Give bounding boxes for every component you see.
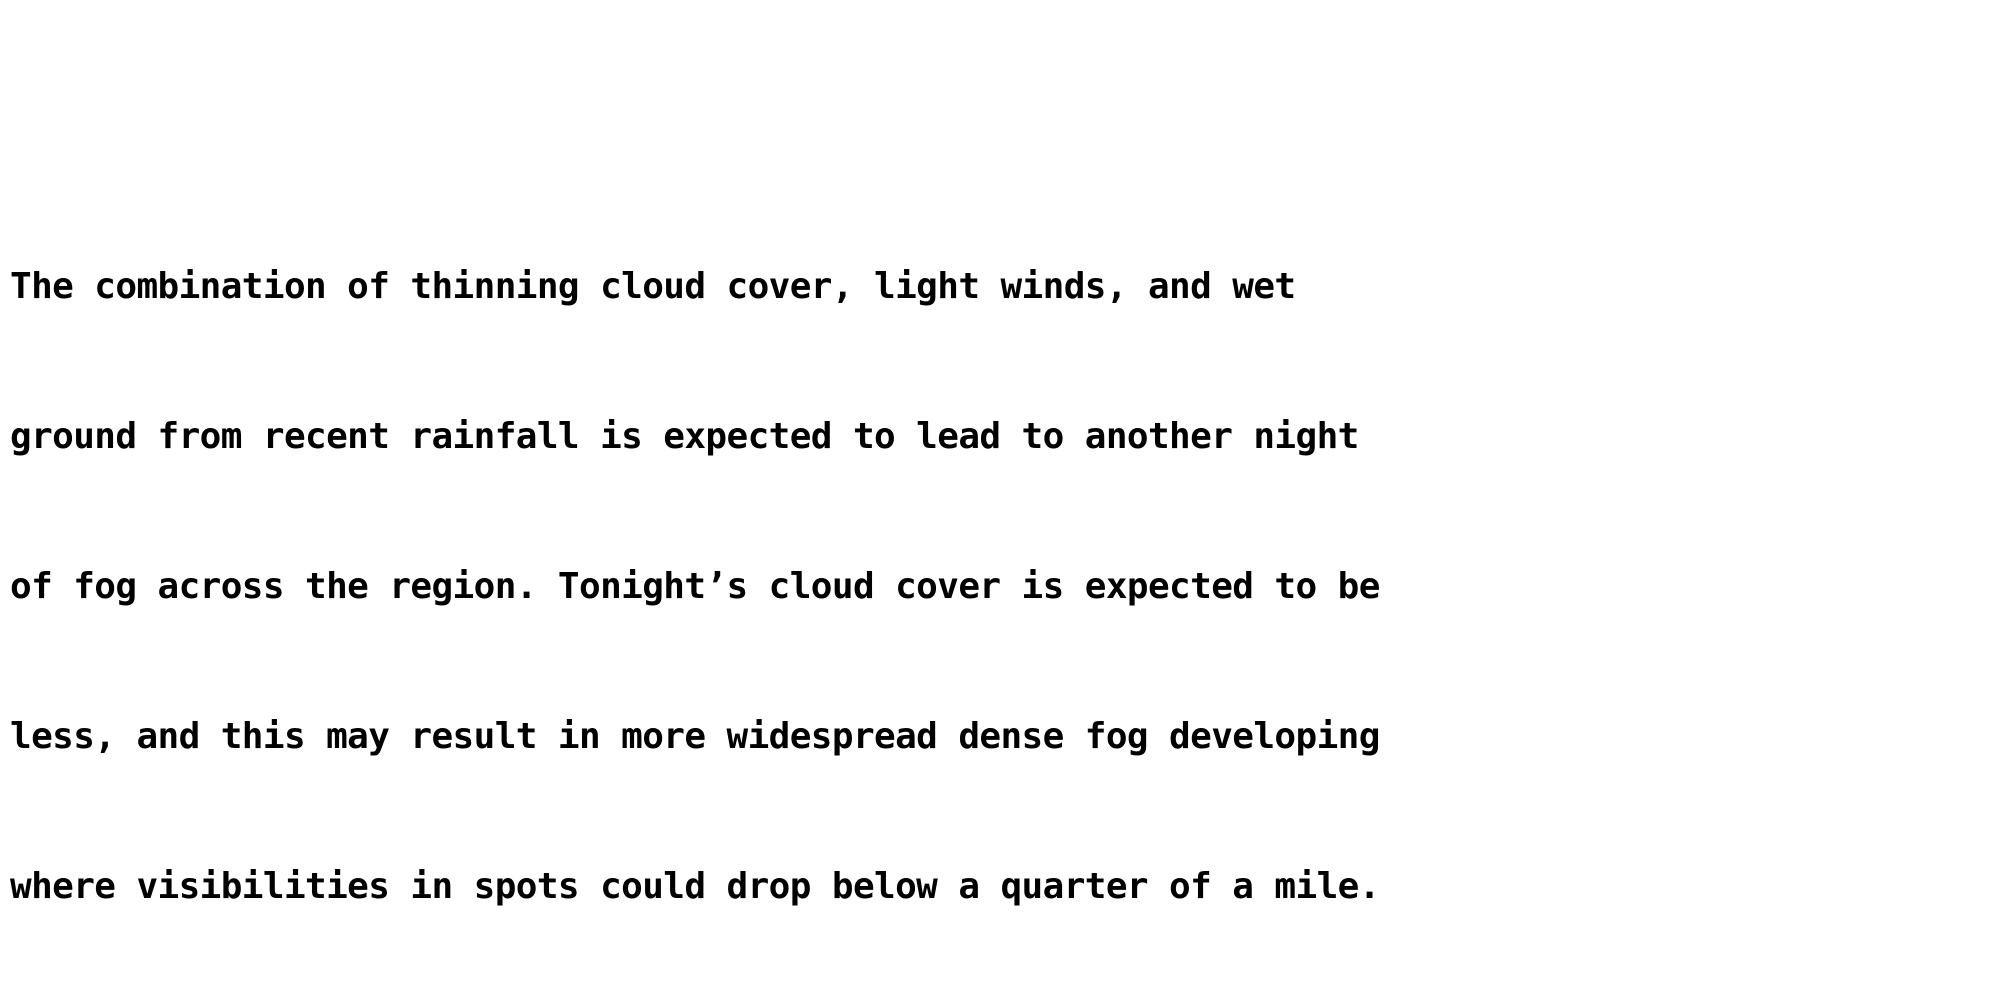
document-page: The combination of thinning cloud cover,… xyxy=(0,0,2000,907)
text-line: of fog across the region. Tonight’s clou… xyxy=(10,566,1380,607)
text-line: ground from recent rainfall is expected … xyxy=(10,416,1359,457)
text-line: The combination of thinning cloud cover,… xyxy=(10,266,1296,307)
text-line: where visibilities in spots could drop b… xyxy=(10,866,1380,907)
paragraph-fog-outlook: The combination of thinning cloud cover,… xyxy=(10,162,2000,1006)
forecast-text-body: The combination of thinning cloud cover,… xyxy=(10,12,2000,1006)
text-line: less, and this may result in more widesp… xyxy=(10,716,1380,757)
